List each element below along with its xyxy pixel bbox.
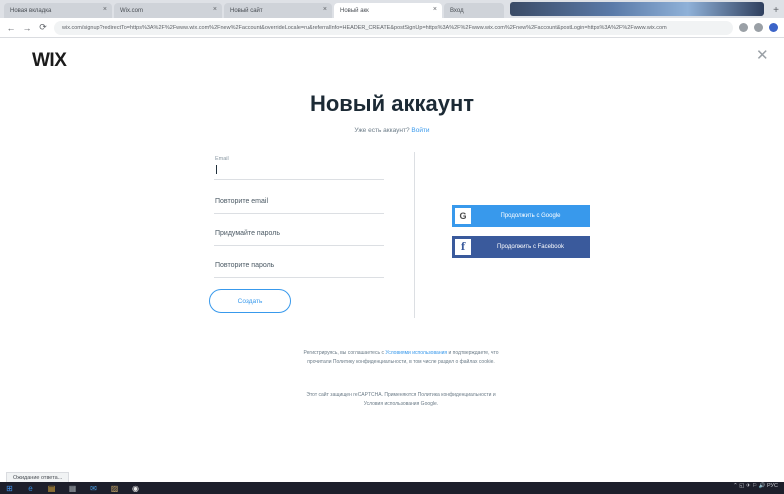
edge-browser-icon[interactable]: e bbox=[25, 483, 36, 493]
windows-taskbar: ⊞ e ▤ ▦ ✉ ▨ ◉ ⌃ ◱ ✈ ⚐ 🔊 РУС bbox=[0, 482, 784, 494]
tab-label: Wix.com bbox=[120, 7, 143, 14]
close-icon[interactable]: ✕ bbox=[756, 46, 769, 64]
text-cursor bbox=[216, 165, 217, 174]
wix-logo[interactable]: WIX bbox=[32, 50, 67, 72]
forward-icon[interactable]: → bbox=[22, 23, 32, 33]
tab-label: Вход bbox=[450, 7, 464, 14]
google-signup-button[interactable]: G Продолжить с Google bbox=[452, 205, 590, 227]
google-button-label: Продолжить с Google bbox=[500, 213, 561, 219]
facebook-signup-button[interactable]: f Продолжить с Facebook bbox=[452, 236, 590, 258]
password-field[interactable]: Придумайте пароль bbox=[214, 214, 384, 246]
profile-avatar[interactable] bbox=[769, 23, 778, 32]
login-link[interactable]: Войти bbox=[411, 127, 429, 134]
browser-tab-active[interactable]: Новый акк × bbox=[334, 3, 442, 18]
repeat-email-field[interactable]: Повторите email bbox=[214, 182, 384, 214]
repeat-password-placeholder: Повторите пароль bbox=[215, 262, 275, 269]
chrome-icon[interactable]: ◉ bbox=[130, 483, 141, 493]
store-icon[interactable]: ▦ bbox=[67, 483, 78, 493]
tab-label: Новый сайт bbox=[230, 7, 263, 14]
reload-icon[interactable]: ⟳ bbox=[38, 22, 48, 33]
browser-tab[interactable]: Wix.com × bbox=[114, 3, 222, 18]
photos-icon[interactable]: ▨ bbox=[109, 483, 120, 493]
tab-label: Новая вкладка bbox=[10, 7, 52, 14]
tab-close-icon[interactable]: × bbox=[213, 6, 217, 13]
browser-status-bar: Ожидание ответа... bbox=[6, 472, 70, 482]
browser-tab[interactable]: Новый сайт × bbox=[224, 3, 332, 18]
email-field[interactable]: Email bbox=[214, 150, 384, 180]
new-tab-button[interactable]: + bbox=[768, 3, 784, 18]
tab-close-icon[interactable]: × bbox=[323, 6, 327, 13]
extension-icon[interactable] bbox=[754, 23, 763, 32]
repeat-email-placeholder: Повторите email bbox=[215, 198, 269, 205]
terms-link[interactable]: Условиями использования bbox=[385, 350, 447, 356]
tab-close-icon[interactable]: × bbox=[103, 6, 107, 13]
repeat-password-field[interactable]: Повторите пароль bbox=[214, 246, 384, 278]
back-icon[interactable]: ← bbox=[6, 23, 16, 33]
recaptcha-notice: Этот сайт защищен reCAPTCHA. Применяются… bbox=[306, 392, 496, 407]
terms-notice: Регистрируясь, вы соглашаетесь с Условия… bbox=[300, 349, 502, 367]
email-label: Email bbox=[215, 156, 229, 162]
file-explorer-icon[interactable]: ▤ bbox=[46, 483, 57, 493]
browser-tab[interactable]: Вход bbox=[444, 3, 504, 18]
terms-text: Регистрируясь, вы соглашаетесь с bbox=[303, 350, 386, 356]
browser-tab[interactable]: Новая вкладка × bbox=[4, 3, 112, 18]
tab-close-icon[interactable]: × bbox=[433, 6, 437, 13]
tab-label: Новый акк bbox=[340, 7, 369, 14]
facebook-icon: f bbox=[455, 239, 471, 255]
mail-icon[interactable]: ✉ bbox=[88, 483, 99, 493]
login-prompt: Уже есть аккаунт? Войти bbox=[0, 127, 784, 134]
url-field[interactable]: wix.com/signup?redirectTo=https%3A%2F%2F… bbox=[54, 20, 733, 35]
browser-tab-bar: Новая вкладка × Wix.com × Новый сайт × Новы… bbox=[0, 0, 784, 18]
vertical-divider bbox=[414, 152, 415, 318]
google-icon: G bbox=[455, 208, 471, 224]
address-bar-row: ← → ⟳ wix.com/signup?redirectTo=https%3A… bbox=[0, 18, 784, 38]
signup-form: Email Повторите email Придумайте пароль … bbox=[214, 150, 384, 278]
window-header-decoration bbox=[510, 2, 764, 16]
extension-icon[interactable] bbox=[739, 23, 748, 32]
system-tray[interactable]: ⌃ ◱ ✈ ⚐ 🔊 РУС bbox=[733, 483, 778, 489]
password-placeholder: Придумайте пароль bbox=[215, 230, 280, 237]
page-title: Новый аккаунт bbox=[309, 91, 475, 116]
login-prompt-text: Уже есть аккаунт? bbox=[354, 127, 412, 134]
submit-button[interactable]: Создать bbox=[209, 289, 291, 313]
facebook-button-label: Продолжить с Facebook bbox=[497, 244, 564, 250]
windows-start-icon[interactable]: ⊞ bbox=[4, 483, 15, 493]
